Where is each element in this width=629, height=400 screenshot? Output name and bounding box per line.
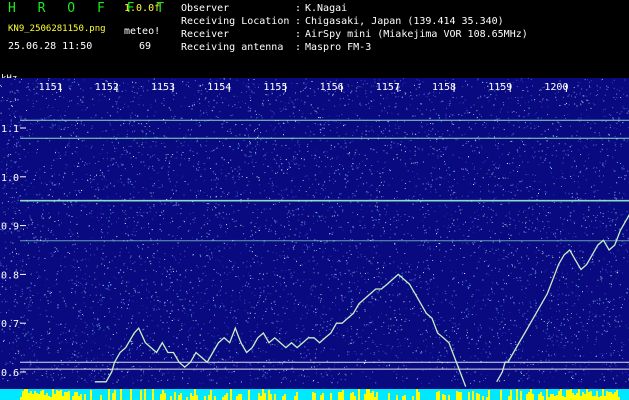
x-tick-label: 1151	[39, 82, 63, 93]
x-tick-label: 1158	[432, 82, 456, 93]
x-tick-label: 1157	[376, 82, 400, 93]
timestamp-label: 25.06.28 11:50	[8, 41, 93, 52]
x-tick-label: 1152	[95, 82, 119, 93]
header-panel: H R O F F T 1.0.0f KN9_2506281150.png me…	[0, 0, 629, 78]
y-tick-label: 0.9	[1, 222, 19, 233]
y-tick-label: 0.8	[1, 270, 19, 281]
version-label: 1.0.0f	[124, 3, 161, 14]
y-tick-label: 0.7	[1, 319, 19, 330]
x-tick-label: 1153	[151, 82, 175, 93]
count-label: 69	[139, 41, 152, 52]
spectrogram-plot: 1151 1152 1153 1154 1155 1156 1157 1158 1159 1200…	[0, 78, 629, 400]
x-tick-label: 1200	[544, 82, 568, 93]
info-row-antenna: Receiving antenna: Maspro FM-3	[181, 42, 372, 53]
y-tick-label: 1.0	[1, 173, 19, 184]
meteo-label: meteo!	[124, 26, 161, 37]
info-row-location: Receiving Location: Chigasaki, Japan (139…	[181, 16, 504, 27]
x-tick-label: 1159	[488, 82, 512, 93]
filename-label: KN9_2506281150.png	[8, 24, 106, 34]
x-tick-label: 1156	[320, 82, 344, 93]
x-tick-label: 1154	[207, 82, 231, 93]
y-tick-label: 1.1	[1, 124, 19, 135]
y-tick-label: 0.6	[1, 368, 19, 379]
bottom-strip	[0, 389, 629, 400]
x-tick-label: 1155	[263, 82, 287, 93]
info-row-observer: Observer: K.Nagai	[181, 3, 348, 14]
info-row-receiver: Receiver: AirSpy mini (Miakejima VOR 108.…	[181, 29, 528, 40]
